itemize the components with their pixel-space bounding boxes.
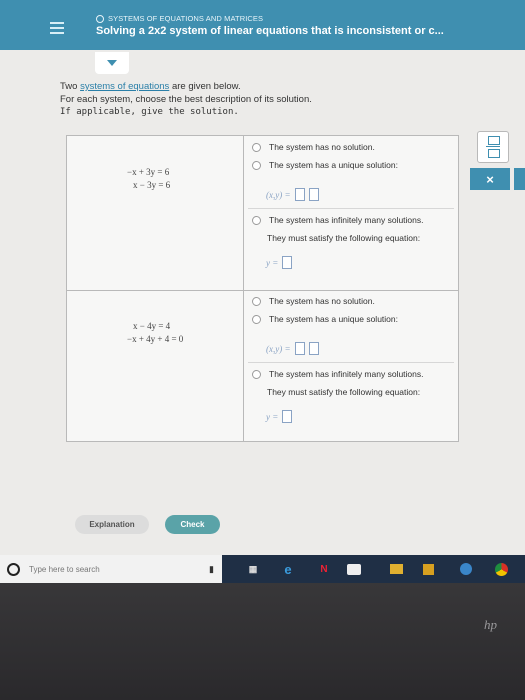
options-cell: The system has no solution. The system h… bbox=[244, 290, 458, 441]
file-explorer-icon[interactable] bbox=[390, 564, 403, 574]
radio-button[interactable] bbox=[252, 142, 261, 152]
answer-input-y[interactable] bbox=[308, 342, 319, 355]
topic-label: SYSTEMS OF EQUATIONS AND MATRICES bbox=[108, 14, 264, 23]
answer-input[interactable] bbox=[282, 256, 293, 269]
expand-tab[interactable] bbox=[95, 52, 129, 74]
option-infinite-solutions[interactable]: The system has infinitely many solutions… bbox=[252, 369, 423, 379]
edge-icon[interactable]: e bbox=[280, 561, 296, 577]
check-button[interactable]: Check bbox=[165, 515, 220, 534]
options-cell: The system has no solution. The system h… bbox=[244, 136, 458, 290]
option-sublabel: They must satisfy the following equation… bbox=[267, 387, 421, 397]
equations-cell: −x + 3y = 6 x − 3y = 6 bbox=[67, 136, 244, 290]
answer-input-x[interactable] bbox=[294, 188, 305, 201]
answer-input[interactable] bbox=[282, 410, 293, 423]
divider bbox=[248, 362, 454, 363]
option-label: The system has no solution. bbox=[269, 142, 375, 152]
fraction-bar bbox=[486, 146, 500, 147]
clear-button[interactable]: × bbox=[470, 168, 510, 190]
app-icon[interactable] bbox=[460, 563, 472, 575]
mail-icon[interactable] bbox=[347, 564, 361, 575]
intro-line-2: For each system, choose the best descrip… bbox=[60, 94, 312, 105]
search-placeholder: Type here to search bbox=[29, 564, 100, 574]
answer-input-x[interactable] bbox=[294, 342, 305, 355]
answer-prefix: (x,y) = bbox=[266, 343, 291, 354]
systems-table: −x + 3y = 6 x − 3y = 6 The system has no… bbox=[66, 135, 459, 442]
answer-prefix: (x,y) = bbox=[266, 189, 291, 200]
laptop-bezel bbox=[0, 583, 525, 700]
intro-line-3: If applicable, give the solution. bbox=[60, 107, 239, 117]
option-label: The system has no solution. bbox=[269, 296, 375, 306]
app-screen: SYSTEMS OF EQUATIONS AND MATRICES Solvin… bbox=[0, 0, 525, 555]
fraction-tool-button[interactable] bbox=[477, 131, 509, 163]
option-no-solution[interactable]: The system has no solution. bbox=[252, 296, 375, 306]
glossary-link[interactable]: systems of equations bbox=[80, 81, 169, 92]
equation: x − 3y = 6 bbox=[133, 180, 171, 190]
radio-button[interactable] bbox=[252, 314, 261, 324]
intro-text: are given below. bbox=[169, 81, 241, 92]
system-row: x − 4y = 4 −x + 4y + 4 = 0 The system ha… bbox=[67, 290, 458, 441]
app-icon[interactable] bbox=[423, 564, 434, 575]
topic-breadcrumb: SYSTEMS OF EQUATIONS AND MATRICES bbox=[96, 14, 263, 23]
option-infinite-solutions[interactable]: The system has infinitely many solutions… bbox=[252, 215, 423, 225]
equation: x − 4y = 4 bbox=[133, 321, 171, 331]
option-unique-solution[interactable]: The system has a unique solution: bbox=[252, 160, 398, 170]
radio-button[interactable] bbox=[252, 369, 261, 379]
menu-icon[interactable] bbox=[50, 22, 64, 37]
infinite-answer: y = bbox=[266, 410, 293, 423]
infinite-answer: y = bbox=[266, 256, 293, 269]
answer-prefix: y = bbox=[266, 257, 279, 268]
unique-answer: (x,y) = bbox=[266, 342, 319, 355]
cortana-icon bbox=[7, 562, 20, 576]
option-label: The system has a unique solution: bbox=[269, 160, 398, 170]
option-unique-solution[interactable]: The system has a unique solution: bbox=[252, 314, 398, 324]
fraction-icon bbox=[488, 149, 500, 158]
option-no-solution[interactable]: The system has no solution. bbox=[252, 142, 375, 152]
side-tool-button[interactable] bbox=[512, 168, 525, 190]
chrome-icon[interactable] bbox=[495, 563, 508, 576]
explanation-button[interactable]: Explanation bbox=[75, 515, 149, 534]
radio-button[interactable] bbox=[252, 215, 261, 225]
option-label: The system has infinitely many solutions… bbox=[269, 215, 424, 225]
intro-text: Two bbox=[60, 81, 81, 92]
lesson-title: Solving a 2x2 system of linear equations… bbox=[96, 25, 444, 37]
microphone-icon[interactable]: ▮ bbox=[209, 564, 214, 575]
equation: −x + 4y + 4 = 0 bbox=[127, 334, 184, 344]
unique-answer: (x,y) = bbox=[266, 188, 319, 201]
task-view-icon[interactable]: ▦ bbox=[245, 561, 261, 577]
header-bar: SYSTEMS OF EQUATIONS AND MATRICES Solvin… bbox=[0, 0, 525, 50]
system-row: −x + 3y = 6 x − 3y = 6 The system has no… bbox=[67, 136, 458, 291]
equation: −x + 3y = 6 bbox=[127, 167, 170, 177]
option-label: The system has a unique solution: bbox=[269, 314, 398, 324]
radio-button[interactable] bbox=[252, 160, 261, 170]
option-sublabel: They must satisfy the following equation… bbox=[267, 233, 421, 243]
taskbar: Type here to search ▮ ▦ e N bbox=[0, 555, 525, 583]
hp-logo: hp bbox=[484, 617, 497, 632]
option-label: The system has infinitely many solutions… bbox=[269, 369, 424, 379]
answer-input-y[interactable] bbox=[308, 188, 319, 201]
fraction-icon bbox=[488, 136, 500, 145]
taskbar-search[interactable]: Type here to search bbox=[0, 555, 222, 583]
divider bbox=[248, 208, 454, 209]
circle-icon bbox=[96, 14, 104, 23]
chevron-down-icon bbox=[107, 60, 117, 66]
instructions: Two systems of equations are given below… bbox=[60, 80, 312, 119]
equations-cell: x − 4y = 4 −x + 4y + 4 = 0 bbox=[67, 290, 244, 441]
netflix-icon[interactable]: N bbox=[316, 561, 332, 577]
radio-button[interactable] bbox=[252, 296, 261, 306]
answer-prefix: y = bbox=[266, 411, 279, 422]
